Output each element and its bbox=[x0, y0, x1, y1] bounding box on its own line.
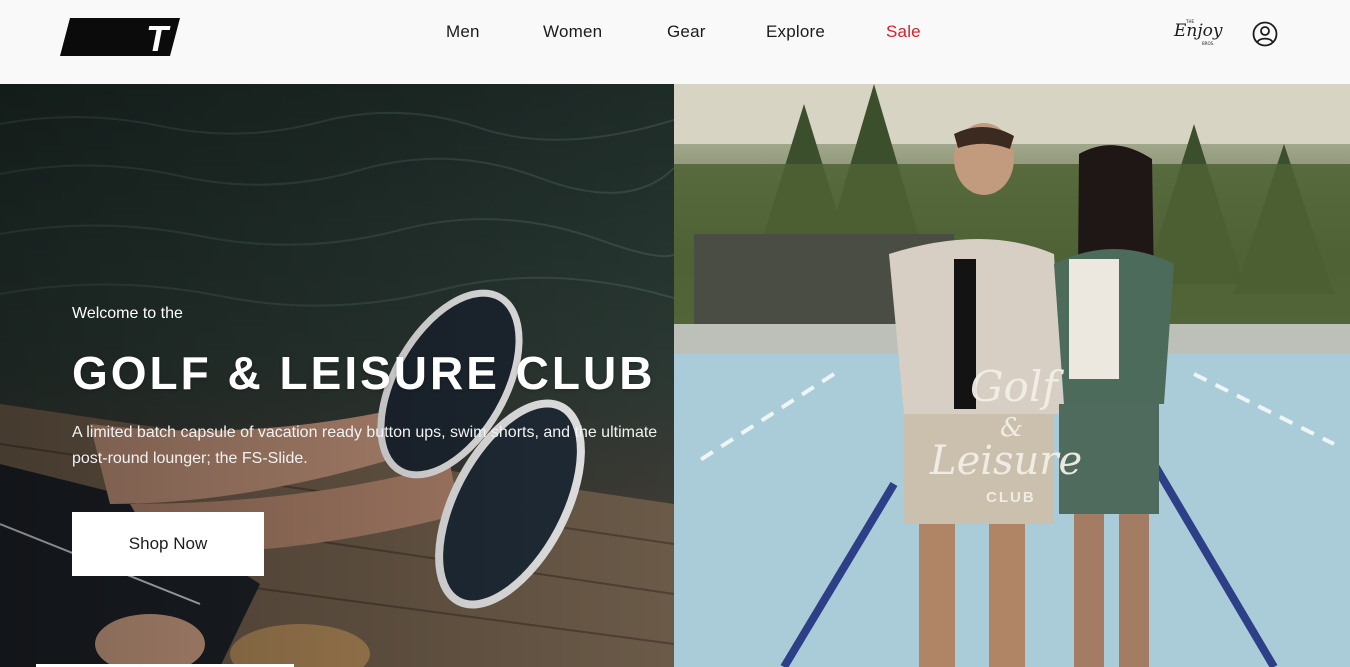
shop-now-button[interactable]: Shop Now bbox=[72, 512, 264, 576]
nav-gear[interactable]: Gear bbox=[667, 22, 706, 42]
graphic-line-4: CLUB bbox=[986, 489, 1036, 506]
hero-banner: Golf & Leisure CLUB Welcome to the GOLF … bbox=[0, 84, 1350, 667]
nav-women[interactable]: Women bbox=[543, 22, 602, 42]
partner-logo-bottom: BROS. bbox=[1202, 41, 1214, 46]
hero-title: GOLF & LEISURE CLUB bbox=[72, 347, 656, 399]
partner-logo[interactable]: THE Enjoy BROS. bbox=[1172, 16, 1234, 48]
nav-explore[interactable]: Explore bbox=[766, 22, 825, 42]
hero-description: A limited batch capsule of vacation read… bbox=[72, 424, 658, 467]
nav-sale[interactable]: Sale bbox=[886, 22, 921, 42]
site-header: T Men Women Gear Explore Sale THE Enjoy … bbox=[0, 0, 1350, 84]
account-icon[interactable] bbox=[1252, 21, 1278, 47]
golf-leisure-graphic: Golf & Leisure CLUB bbox=[929, 362, 1082, 506]
hero-welcome-text: Welcome to the bbox=[72, 305, 183, 322]
main-nav: Men Women Gear Explore Sale bbox=[0, 22, 1350, 46]
partner-logo-script: Enjoy bbox=[1173, 21, 1223, 41]
graphic-line-3: Leisure bbox=[929, 438, 1082, 484]
hero-image-right: Golf & Leisure CLUB bbox=[674, 84, 1350, 667]
graphic-line-1: Golf bbox=[970, 362, 1064, 411]
nav-men[interactable]: Men bbox=[446, 22, 480, 42]
